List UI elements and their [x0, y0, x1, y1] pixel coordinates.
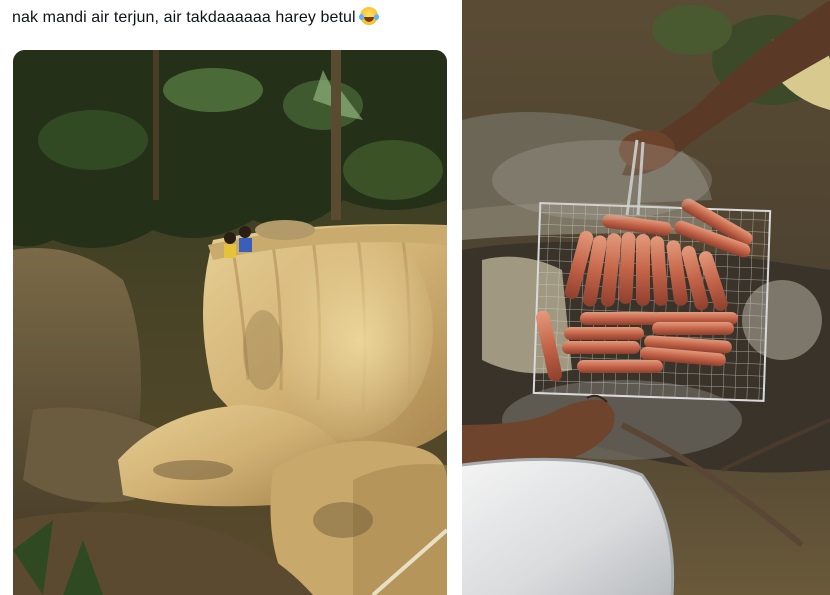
dry-waterfall-rock-photo[interactable] — [13, 50, 447, 595]
media-divider — [452, 0, 462, 595]
tweet-body: nak mandi air terjun, air takdaaaaaa har… — [12, 9, 356, 26]
sausages-on-grill-photo[interactable] — [462, 0, 830, 595]
face-with-tears-of-joy-icon — [358, 7, 379, 25]
tweet-text: nak mandi air terjun, air takdaaaaaa har… — [12, 7, 379, 28]
